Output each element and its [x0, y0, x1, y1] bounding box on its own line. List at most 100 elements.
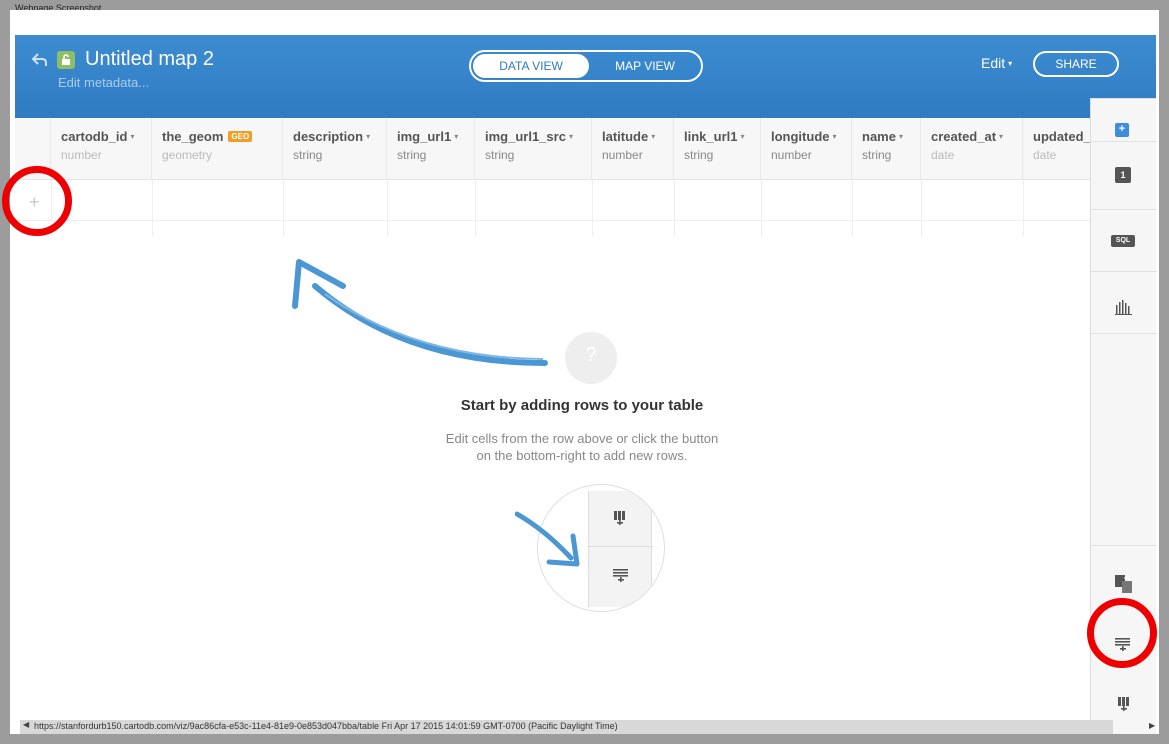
add-layer-button[interactable]: +	[1115, 123, 1129, 137]
chevron-down-icon[interactable]: ▾	[999, 132, 1003, 141]
column-name: img_url1 ▾	[397, 129, 458, 144]
table-body: +	[15, 180, 1090, 236]
tab-data-view[interactable]: DATA VIEW	[473, 54, 589, 78]
column-name-text: created_at	[931, 129, 997, 144]
chevron-down-icon[interactable]: ▾	[833, 132, 837, 141]
unlock-icon[interactable]	[57, 51, 75, 69]
column-type: string	[862, 148, 892, 162]
column-header-name[interactable]: name ▾ string	[852, 118, 921, 180]
view-toggle: DATA VIEW MAP VIEW	[469, 50, 703, 82]
panel-divider	[1091, 271, 1157, 272]
curved-arrow-icon	[292, 259, 548, 366]
column-type: string	[397, 148, 427, 162]
column-header-description[interactable]: description ▾ string	[283, 118, 387, 180]
illustration-divider	[589, 546, 653, 547]
cell-separator	[921, 180, 922, 236]
column-type: date	[931, 148, 955, 162]
column-header-link-url1[interactable]: link_url1 ▾ string	[674, 118, 761, 180]
cell-separator	[475, 180, 476, 236]
scroll-left-icon[interactable]: ◀	[23, 720, 29, 729]
column-name: link_url1 ▾	[684, 129, 744, 144]
column-header-img-url1[interactable]: img_url1 ▾ string	[387, 118, 475, 180]
column-name: description ▾	[293, 129, 370, 144]
chevron-down-icon[interactable]: ▾	[651, 132, 655, 141]
column-name: latitude ▾	[602, 129, 655, 144]
column-name-text: img_url1	[397, 129, 452, 144]
chevron-down-icon[interactable]: ▾	[569, 132, 573, 141]
column-name: created_at ▾	[931, 129, 1003, 144]
column-name-text: link_url1	[684, 129, 738, 144]
edit-menu[interactable]: Edit ▾	[981, 55, 1012, 71]
chevron-down-icon[interactable]: ▾	[740, 132, 744, 141]
chart-bars-icon[interactable]	[1115, 299, 1133, 320]
cell-separator	[674, 180, 675, 236]
column-name: updated_	[1033, 129, 1091, 144]
cell-separator	[1023, 180, 1024, 236]
panel-divider	[1091, 141, 1157, 142]
tab-map-view[interactable]: MAP VIEW	[589, 54, 701, 78]
column-name: name ▾	[862, 129, 903, 144]
column-name: cartodb_id ▾	[61, 129, 134, 144]
layer-1-button[interactable]: 1	[1115, 167, 1131, 183]
sql-button[interactable]: SQL	[1111, 235, 1135, 247]
panel-divider	[1091, 209, 1157, 210]
column-name-text: name	[862, 129, 896, 144]
column-name: the_geom GEO	[162, 129, 253, 144]
edit-menu-label: Edit	[981, 55, 1006, 71]
pointer-arrow-icon	[515, 511, 580, 567]
column-header-img-url1-src[interactable]: img_url1_src ▾string	[475, 118, 592, 180]
column-header-created-at[interactable]: created_at ▾ date	[921, 118, 1023, 180]
column-type: date	[1033, 148, 1057, 162]
share-button[interactable]: SHARE	[1033, 51, 1119, 77]
column-name-text: latitude	[602, 129, 649, 144]
cell-separator	[852, 180, 853, 236]
back-arrow-icon[interactable]	[31, 53, 48, 67]
panel-divider	[1091, 333, 1157, 334]
merge-tables-icon[interactable]	[1115, 575, 1133, 598]
panel-divider	[1091, 545, 1157, 546]
empty-state-description-line1: Edit cells from the row above or click t…	[445, 431, 719, 446]
cell-separator	[761, 180, 762, 236]
add-column-icon[interactable]	[1117, 697, 1131, 716]
column-name-text: updated_	[1033, 129, 1091, 144]
column-header-latitude[interactable]: latitude ▾ number	[592, 118, 674, 180]
chevron-down-icon[interactable]: ▾	[899, 132, 903, 141]
cell-separator	[152, 180, 153, 236]
chevron-down-icon: ▾	[1008, 59, 1013, 68]
column-type: number	[61, 148, 102, 162]
status-url: https://stanfordurb150.cartodb.com/viz/9…	[34, 721, 618, 731]
column-name-text: description	[293, 129, 364, 144]
chevron-down-icon[interactable]: ▾	[130, 132, 134, 141]
column-type: string	[293, 148, 323, 162]
help-circle-icon: ?	[565, 332, 617, 384]
highlight-ring-add-row	[2, 166, 72, 236]
column-name-text: the_geom	[162, 129, 224, 144]
cell-separator	[592, 180, 593, 236]
cell-separator	[283, 180, 284, 236]
status-bar: ◀ https://stanfordurb150.cartodb.com/viz…	[20, 720, 1113, 734]
scroll-right-icon[interactable]: ▶	[1149, 721, 1155, 730]
browser-viewport: Untitled map 2 Edit metadata... DATA VIE…	[10, 10, 1159, 734]
column-type: string	[684, 148, 714, 162]
row-divider	[15, 220, 1090, 221]
column-header-cartodb-id[interactable]: cartodb_id ▾ number	[51, 118, 152, 180]
edit-metadata-link[interactable]: Edit metadata...	[58, 75, 149, 90]
cell-separator	[387, 180, 388, 236]
geo-badge: GEO	[228, 131, 253, 142]
column-name: img_url1_src ▾	[485, 129, 573, 144]
table-header: cartodb_id ▾ number the_geom GEO geometry desc…	[15, 118, 1091, 180]
column-name: longitude ▾	[771, 129, 837, 144]
highlight-ring-add-row-button	[1087, 598, 1157, 668]
column-header-the-geom[interactable]: the_geom GEO geometry	[152, 118, 283, 180]
column-name-text: longitude	[771, 129, 830, 144]
empty-state-description-line2: on the bottom-right to add new rows.	[476, 448, 688, 463]
column-type: number	[771, 148, 812, 162]
column-type: geometry	[162, 148, 213, 162]
chevron-down-icon[interactable]: ▾	[366, 132, 370, 141]
column-header-longitude[interactable]: longitude ▾ number	[761, 118, 852, 180]
column-type: string	[485, 148, 515, 162]
chevron-down-icon[interactable]: ▾	[454, 132, 458, 141]
column-name-text: cartodb_id	[61, 129, 128, 144]
add-row-icon	[613, 568, 629, 587]
map-title[interactable]: Untitled map 2	[85, 48, 214, 71]
